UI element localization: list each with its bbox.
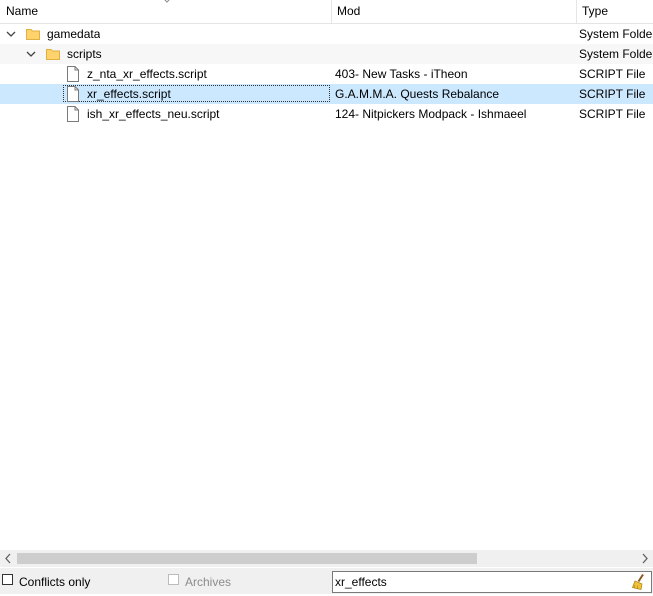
column-header-type-label: Type [582, 4, 609, 18]
file-icon [67, 106, 79, 122]
row-mod: 124- Nitpickers Modpack - Ishmaeel [335, 107, 527, 121]
chevron-down-icon[interactable] [26, 49, 36, 59]
row-type: SCRIPT File [579, 87, 646, 101]
tree-row-gamedata[interactable]: gamedata System Folder [0, 24, 653, 44]
row-name: scripts [67, 47, 102, 61]
row-name: gamedata [47, 27, 101, 41]
tree-row-scripts[interactable]: scripts System Folder [0, 44, 653, 64]
row-type: SCRIPT File [579, 107, 646, 121]
sort-chevron-icon [164, 0, 170, 3]
arrow-right-icon[interactable] [636, 550, 653, 567]
tree-row-file-selected[interactable]: xr_effects.script G.A.M.M.A. Quests Reba… [0, 84, 653, 104]
row-type: System Folder [579, 27, 653, 41]
column-header-mod[interactable]: Mod [331, 0, 576, 23]
row-mod: G.A.M.M.A. Quests Rebalance [335, 87, 500, 101]
column-header-name-label: Name [6, 4, 39, 18]
column-header-mod-label: Mod [337, 4, 361, 18]
row-name: xr_effects.script [87, 87, 171, 101]
arrow-left-icon[interactable] [0, 550, 17, 567]
broom-icon[interactable] [630, 573, 648, 591]
tree-row-file[interactable]: ish_xr_effects_neu.script 124- Nitpicker… [0, 104, 653, 124]
row-type: System Folder [579, 47, 653, 61]
archives-label: Archives [185, 575, 232, 589]
folder-icon [46, 49, 60, 60]
tree-row-file[interactable]: z_nta_xr_effects.script 403- New Tasks -… [0, 64, 653, 84]
archives-checkbox[interactable] [168, 574, 179, 585]
file-icon [67, 66, 79, 82]
row-type: SCRIPT File [579, 67, 646, 81]
conflicts-only-checkbox[interactable] [2, 574, 13, 585]
file-tree-view[interactable]: Name Mod Type gamedata System Folder scr… [0, 0, 653, 568]
row-mod: 403- New Tasks - iTheon [335, 67, 468, 81]
chevron-down-icon[interactable] [6, 29, 16, 39]
file-icon [67, 86, 79, 102]
filter-box[interactable] [332, 571, 652, 593]
row-name: ish_xr_effects_neu.script [87, 107, 220, 121]
scrollbar-thumb[interactable] [17, 553, 477, 564]
conflicts-only-label[interactable]: Conflicts only [19, 568, 90, 594]
folder-icon [26, 29, 40, 40]
filter-input[interactable] [335, 573, 625, 591]
row-name: z_nta_xr_effects.script [87, 67, 207, 81]
column-header-bar: Name Mod Type [0, 0, 653, 24]
horizontal-scrollbar[interactable] [0, 550, 653, 567]
column-header-type[interactable]: Type [576, 0, 653, 23]
